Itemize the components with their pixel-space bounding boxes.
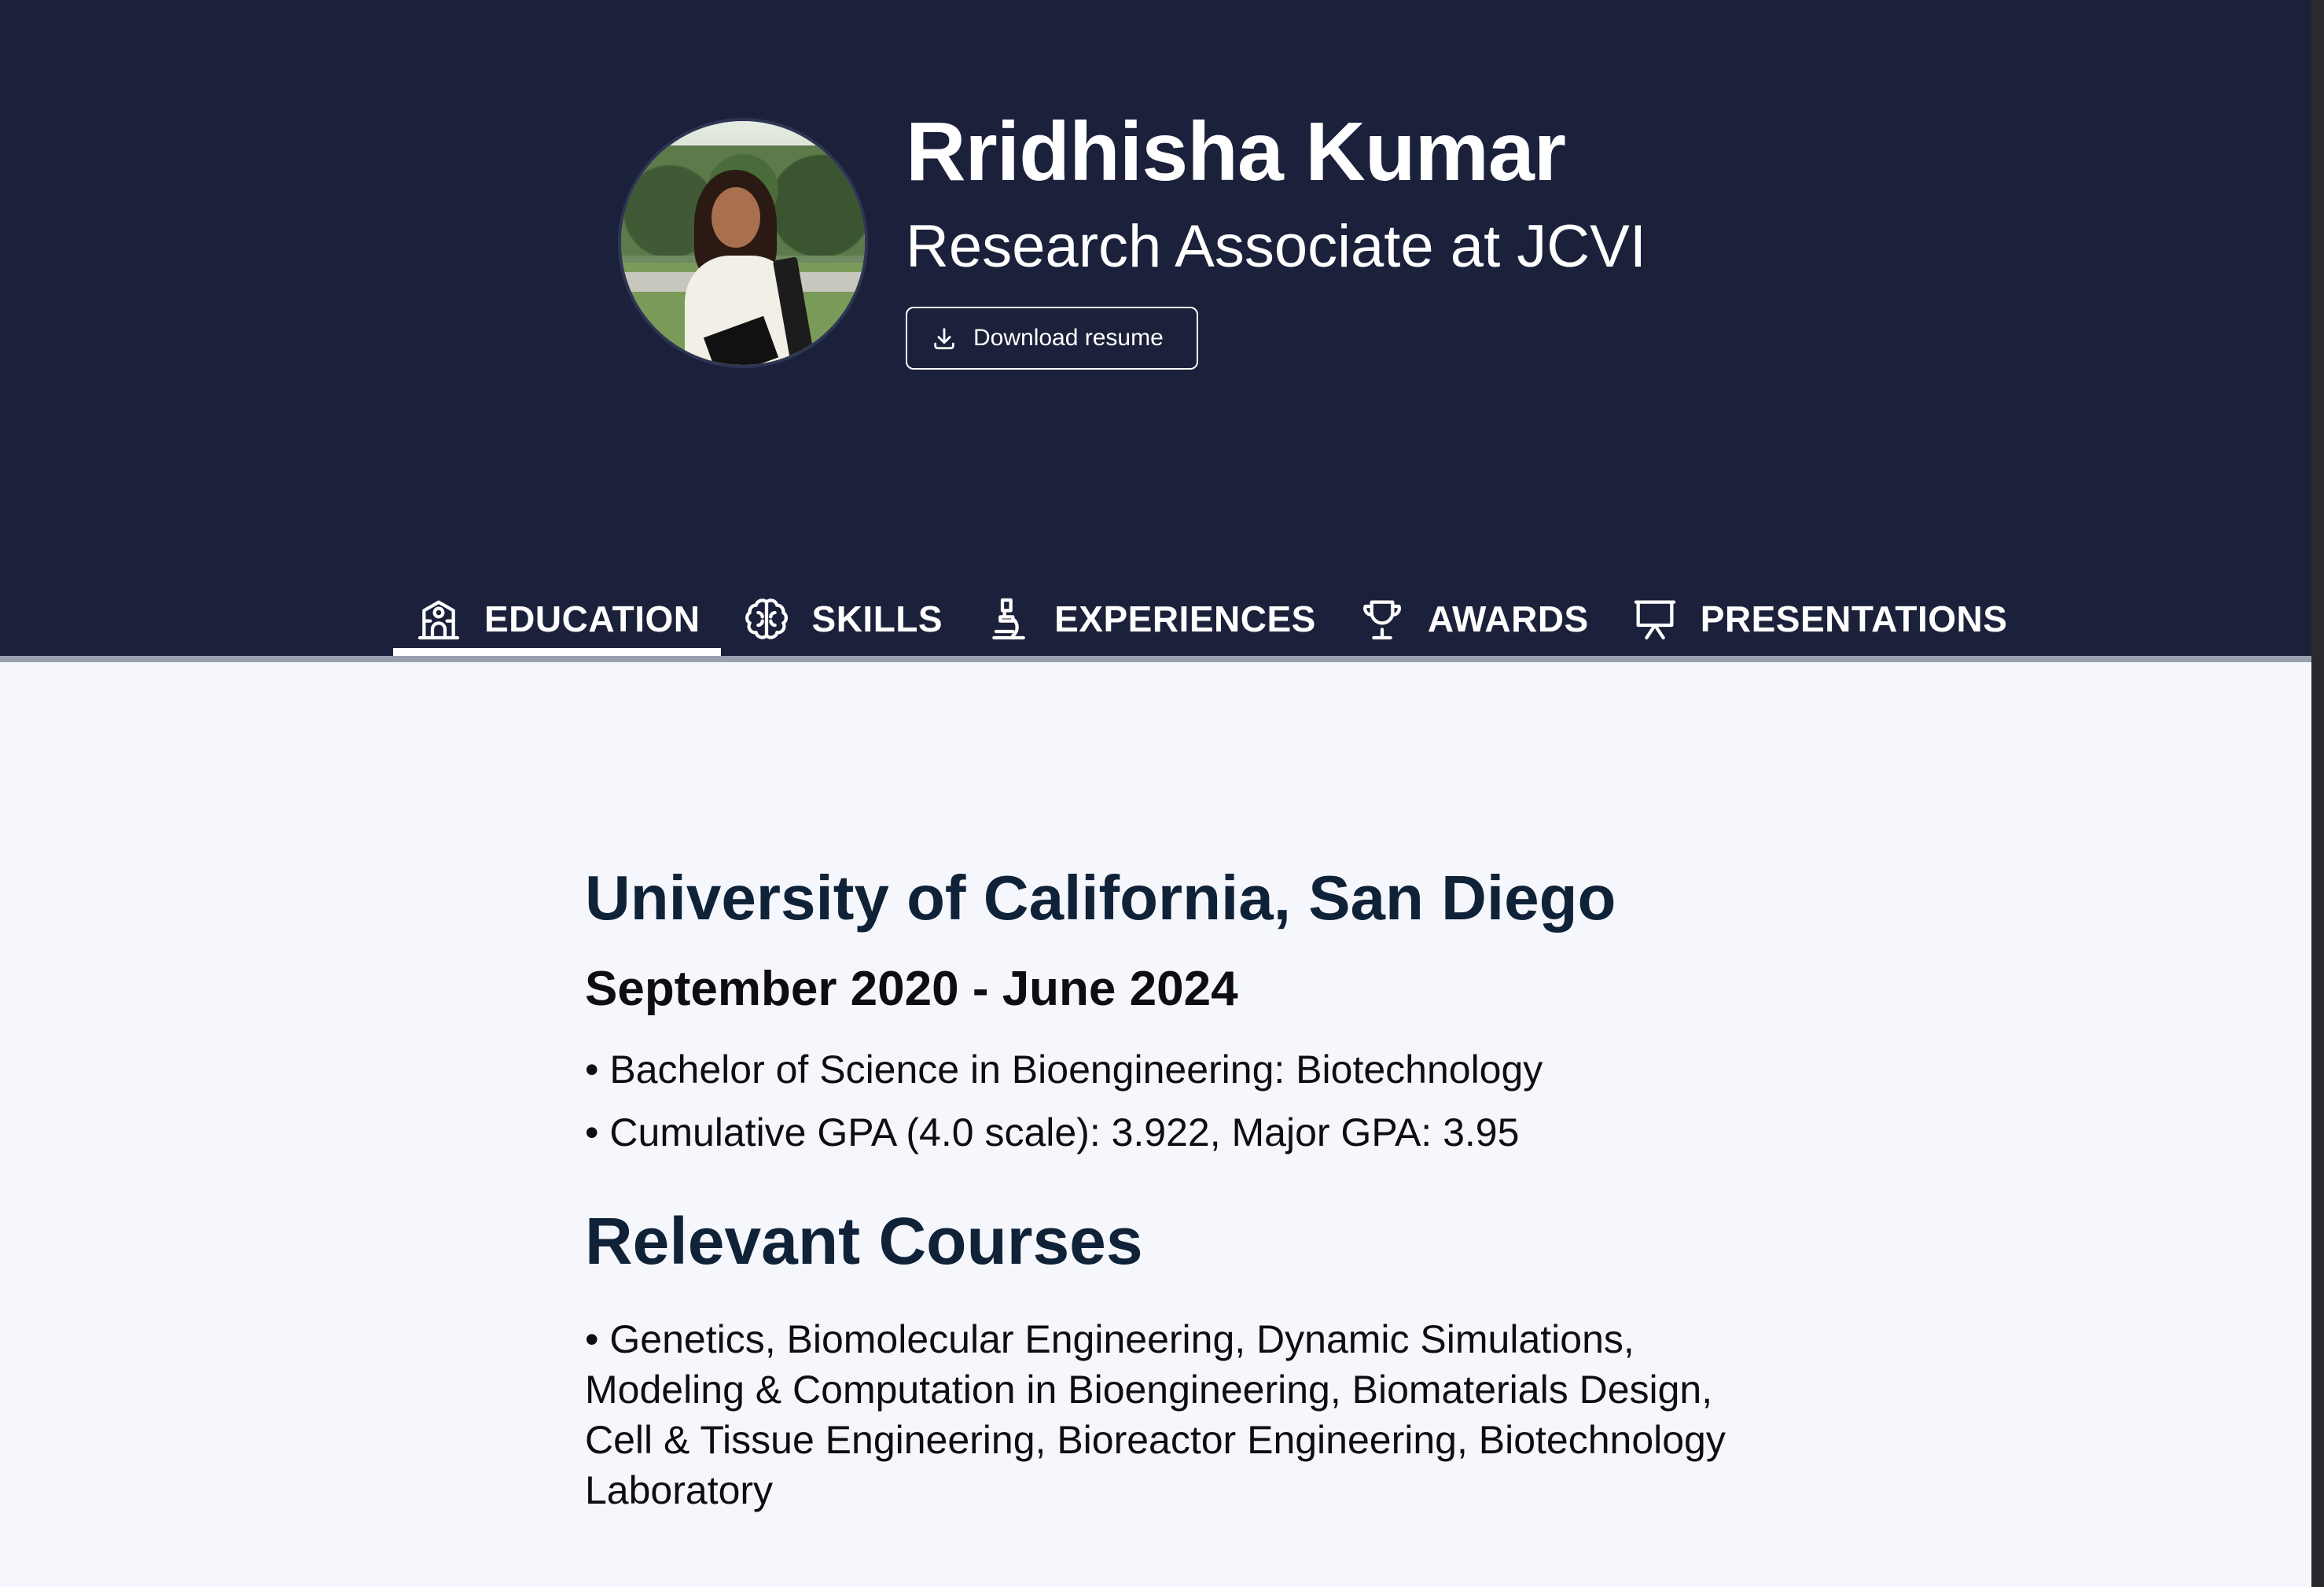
profile-name: Rridhisha Kumar (906, 105, 1566, 198)
school-icon (414, 594, 464, 644)
header-divider (0, 656, 2311, 662)
tab-skills[interactable]: SKILLS (721, 582, 964, 656)
tab-experiences[interactable]: EXPERIENCES (963, 582, 1337, 656)
tab-education[interactable]: EDUCATION (393, 582, 721, 656)
download-icon (931, 325, 958, 352)
education-section: University of California, San Diego Sept… (585, 863, 1749, 1515)
download-resume-label: Download resume (973, 325, 1164, 351)
microscope-icon (984, 594, 1034, 644)
tab-presentations[interactable]: PRESENTATIONS (1609, 582, 2028, 656)
tab-awards[interactable]: AWARDS (1337, 582, 1609, 656)
tab-skills-label: SKILLS (811, 598, 943, 639)
relevant-courses-heading: Relevant Courses (585, 1204, 1143, 1279)
education-dates: September 2020 - June 2024 (585, 962, 1238, 1016)
presentation-icon (1630, 594, 1680, 644)
avatar (618, 118, 868, 368)
tab-presentations-label: PRESENTATIONS (1700, 598, 2008, 639)
degree-detail-item: • Cumulative GPA (4.0 scale): 3.922, Maj… (585, 1110, 1520, 1155)
tab-awards-label: AWARDS (1427, 598, 1589, 639)
relevant-courses-text: • Genetics, Biomolecular Engineering, Dy… (585, 1316, 1726, 1512)
degree-detail-item: • Bachelor of Science in Bioengineering:… (585, 1048, 1543, 1092)
brain-icon (741, 594, 792, 644)
avatar-photo-face (711, 186, 760, 249)
download-resume-button[interactable]: Download resume (906, 307, 1198, 370)
degree-details-list: • Bachelor of Science in Bioengineering:… (585, 1038, 1749, 1164)
tab-experiences-label: EXPERIENCES (1054, 598, 1316, 639)
tab-education-label: EDUCATION (484, 598, 701, 639)
profile-role: Research Associate at JCVI (906, 213, 1646, 280)
section-tabs: EDUCATION SKILLS EXPERIENCES AWARDS PRES… (393, 582, 2028, 656)
school-name: University of California, San Diego (585, 863, 1616, 933)
profile-header: Rridhisha Kumar Research Associate at JC… (0, 0, 2311, 662)
trophy-icon (1357, 594, 1407, 644)
window-right-edge (2311, 0, 2324, 1587)
